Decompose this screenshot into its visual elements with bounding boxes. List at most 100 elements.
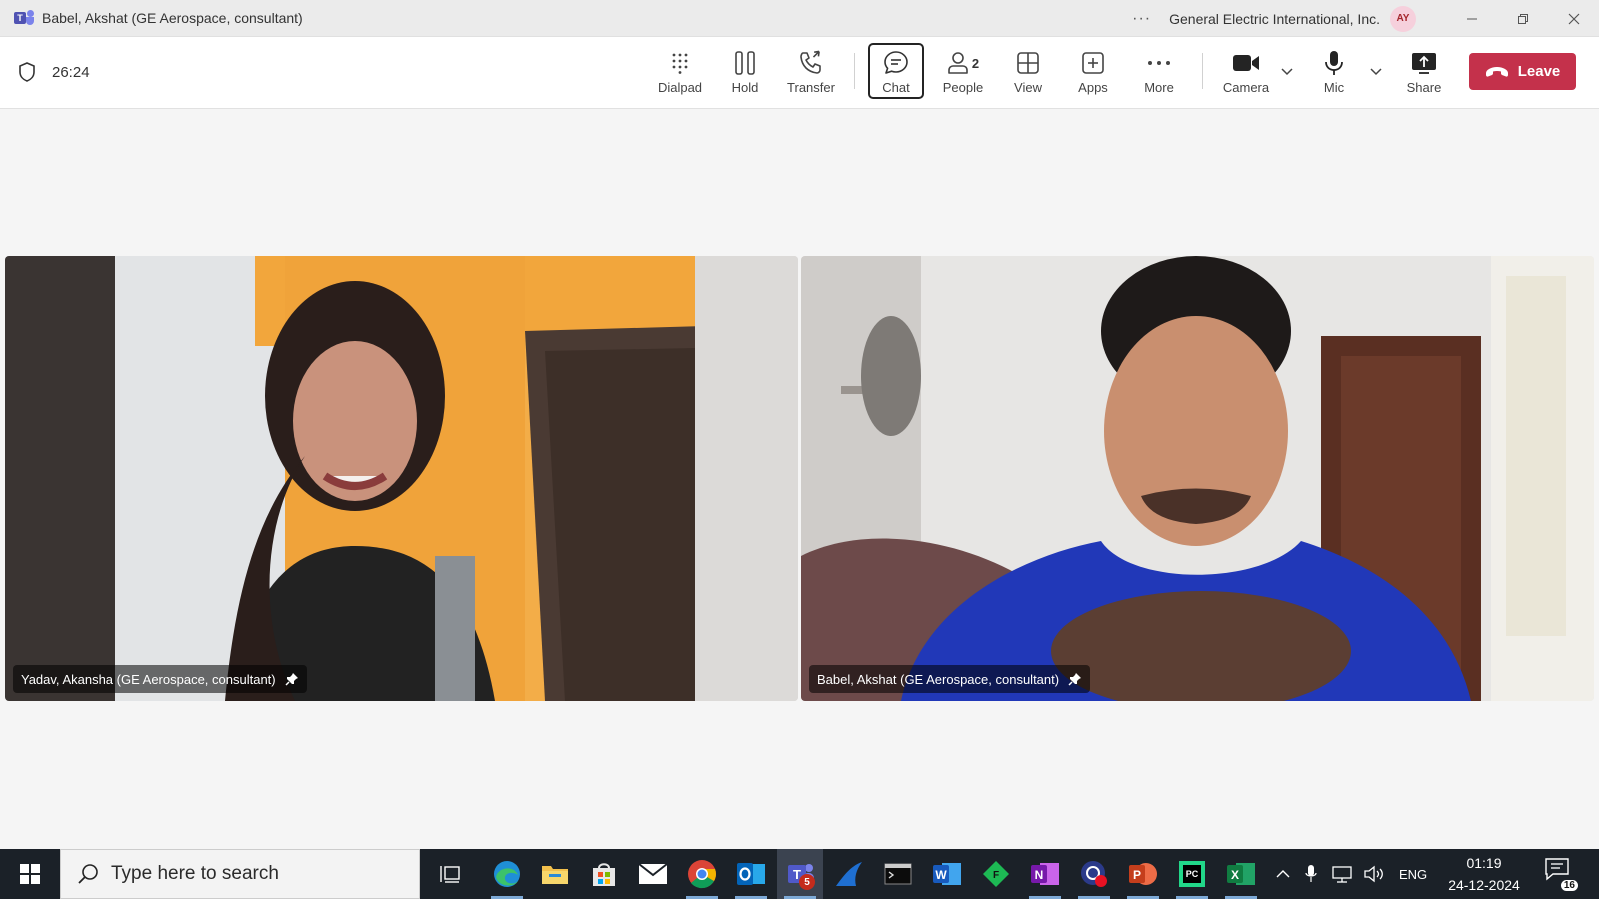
taskbar-app-recorder[interactable]	[1071, 849, 1117, 899]
minimize-button[interactable]	[1446, 0, 1497, 37]
chat-label: Chat	[882, 80, 910, 95]
pin-icon[interactable]	[1068, 672, 1082, 686]
more-options-button[interactable]: ···	[1132, 10, 1151, 28]
clock-date: 24-12-2024	[1448, 877, 1520, 893]
taskbar-app-mail[interactable]	[630, 849, 676, 899]
search-placeholder: Type here to search	[111, 863, 279, 884]
share-button[interactable]: Share	[1395, 43, 1453, 99]
taskbar-app-chrome[interactable]	[679, 849, 725, 899]
show-hidden-icons-chevron-icon[interactable]	[1275, 868, 1291, 880]
people-button[interactable]: 2 People	[933, 43, 993, 99]
avatar[interactable]: AY	[1390, 5, 1416, 32]
taskbar-app-excel[interactable]: X	[1218, 849, 1264, 899]
screen-recorder-icon	[1081, 861, 1107, 887]
leave-button[interactable]: Leave	[1469, 53, 1576, 90]
hold-label: Hold	[731, 80, 759, 95]
task-view-button[interactable]	[427, 849, 473, 899]
meeting-timer: 26:24	[52, 64, 90, 81]
taskbar-clock[interactable]: 01:19 24-12-2024	[1436, 852, 1532, 896]
taskbar-app-green[interactable]: F	[973, 849, 1019, 899]
pause-icon	[735, 51, 755, 75]
taskbar-app-powerpoint[interactable]: P	[1120, 849, 1166, 899]
participant-video-tile[interactable]: Babel, Akshat (GE Aerospace, consultant)	[801, 256, 1594, 701]
svg-text:PC: PC	[1186, 869, 1199, 879]
mic-options-chevron-icon[interactable]	[1368, 63, 1384, 79]
outlook-icon	[737, 863, 765, 885]
volume-icon[interactable]	[1363, 865, 1385, 883]
microphone-in-use-icon[interactable]	[1305, 864, 1317, 884]
share-screen-icon	[1412, 53, 1436, 74]
green-diamond-app-icon: F	[983, 861, 1009, 887]
camera-button[interactable]: Camera	[1216, 43, 1276, 99]
grid-view-icon	[1017, 52, 1039, 74]
taskbar-app-file-explorer[interactable]	[532, 849, 578, 899]
taskbar-app-outlook[interactable]	[728, 849, 774, 899]
transfer-call-icon	[800, 50, 821, 74]
chrome-icon	[688, 860, 716, 889]
svg-text:F: F	[993, 870, 999, 881]
organization-name: General Electric International, Inc.	[1169, 10, 1380, 27]
meeting-toolbar: 26:24 Dialpad Hold Transfer Chat 2 Peopl…	[0, 37, 1599, 109]
window-title: Babel, Akshat (GE Aerospace, consultant)	[42, 10, 303, 26]
powerpoint-icon: P	[1129, 863, 1157, 885]
participant-video-tile[interactable]: Yadav, Akansha (GE Aerospace, consultant…	[5, 256, 798, 701]
leave-label: Leave	[1517, 63, 1561, 80]
dialpad-button[interactable]: Dialpad	[651, 43, 709, 99]
task-view-icon	[440, 866, 460, 883]
taskbar-app-store[interactable]	[581, 849, 627, 899]
wireshark-fin-icon	[836, 862, 862, 886]
taskbar-app-edge[interactable]	[484, 849, 530, 899]
close-button[interactable]	[1548, 0, 1599, 37]
pin-icon[interactable]	[285, 672, 299, 686]
people-icon	[948, 52, 968, 74]
svg-text:W: W	[935, 868, 947, 882]
taskbar-app-shark[interactable]	[826, 849, 872, 899]
participant-video-feed	[801, 256, 1594, 701]
participant-video-feed	[5, 256, 798, 701]
onenote-icon: N	[1031, 863, 1059, 885]
start-button[interactable]	[0, 849, 60, 899]
close-icon	[1568, 13, 1579, 24]
camera-options-chevron-icon[interactable]	[1279, 63, 1295, 79]
notification-center-button[interactable]: 16	[1544, 857, 1580, 891]
taskbar-app-onenote[interactable]: N	[1022, 849, 1068, 899]
people-label: People	[942, 80, 984, 95]
svg-text:N: N	[1035, 868, 1044, 882]
restore-button[interactable]	[1497, 0, 1548, 37]
taskbar-app-word[interactable]: W	[924, 849, 970, 899]
notification-center-icon	[1545, 858, 1569, 881]
microphone-icon	[1325, 51, 1343, 75]
transfer-button[interactable]: Transfer	[782, 43, 840, 99]
excel-icon: X	[1227, 863, 1255, 885]
minimize-icon	[1466, 18, 1477, 19]
title-bar: T Babel, Akshat (GE Aerospace, consultan…	[0, 0, 1599, 37]
participant-name-tag: Yadav, Akansha (GE Aerospace, consultant…	[13, 665, 307, 693]
mic-button[interactable]: Mic	[1305, 43, 1363, 99]
word-icon: W	[933, 863, 961, 885]
clock-time: 01:19	[1466, 855, 1502, 871]
input-language-indicator[interactable]: ENG	[1399, 867, 1427, 882]
taskbar-search-box[interactable]: Type here to search	[60, 849, 420, 899]
more-button[interactable]: More	[1130, 43, 1188, 99]
hold-button[interactable]: Hold	[716, 43, 774, 99]
taskbar-app-pycharm[interactable]: PC	[1169, 849, 1215, 899]
hang-up-icon	[1485, 66, 1508, 77]
teams-notification-badge: 5	[799, 874, 815, 890]
apps-label: Apps	[1078, 80, 1108, 95]
participant-name: Babel, Akshat (GE Aerospace, consultant)	[817, 671, 1060, 687]
view-button[interactable]: View	[999, 43, 1057, 99]
pycharm-icon: PC	[1179, 861, 1205, 887]
apps-button[interactable]: Apps	[1064, 43, 1122, 99]
store-icon	[593, 863, 615, 886]
chat-button[interactable]: Chat	[868, 43, 924, 99]
more-icon	[1148, 61, 1170, 65]
taskbar-app-teams[interactable]: T 5	[777, 849, 823, 899]
camera-icon	[1233, 55, 1259, 71]
teams-logo-icon: T	[14, 10, 34, 26]
network-icon[interactable]	[1331, 865, 1353, 883]
terminal-icon	[884, 863, 912, 885]
taskbar-app-terminal[interactable]	[875, 849, 921, 899]
shield-icon[interactable]	[17, 61, 37, 83]
share-label: Share	[1406, 80, 1442, 95]
svg-text:X: X	[1231, 868, 1239, 882]
